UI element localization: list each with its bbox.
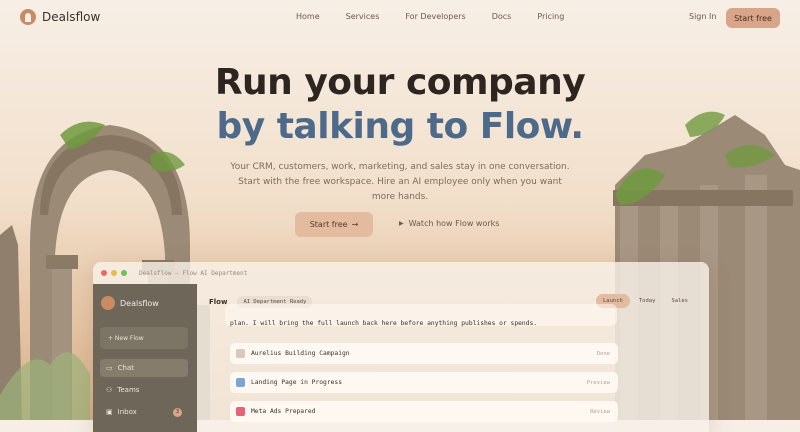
- nav-link-home[interactable]: Home: [296, 12, 320, 21]
- sidebar-item-chat[interactable]: ▭ Chat: [100, 359, 188, 377]
- nav-link-developers[interactable]: For Developers: [405, 12, 465, 21]
- arrow-right-icon: →: [351, 220, 359, 229]
- nav-link-services[interactable]: Services: [346, 12, 380, 21]
- inbox-icon: ▣: [106, 408, 113, 416]
- start-free-button[interactable]: Start free →: [295, 212, 373, 237]
- sidebar-item-label: Inbox: [117, 408, 137, 416]
- top-navbar: Dealsflow Home Services For Developers D…: [0, 0, 800, 36]
- task-status: Done: [596, 350, 610, 357]
- people-icon: ⚇: [106, 386, 113, 394]
- task-row[interactable]: Meta Ads Prepared Review: [230, 401, 618, 422]
- inbox-count-badge: 3: [173, 407, 182, 417]
- task-row[interactable]: Aurelius Building Campaign Done: [230, 343, 618, 364]
- watch-video-label: Watch how Flow works: [408, 219, 500, 228]
- nav-links: Home Services For Developers Docs Pricin…: [296, 12, 590, 21]
- task-title: Landing Page in Progress: [251, 379, 342, 386]
- sidebar-item-inbox[interactable]: ▣ Inbox 3: [100, 403, 188, 421]
- task-status: Preview: [586, 379, 610, 386]
- segment-sales[interactable]: Sales: [664, 294, 695, 308]
- maximize-window-dot[interactable]: [121, 270, 127, 276]
- window-titlebar: Dealsflow – Flow AI Department: [93, 262, 709, 284]
- chat-icon: ▭: [106, 364, 113, 372]
- task-status: Review: [590, 408, 610, 415]
- start-free-nav-button[interactable]: Start free: [726, 8, 780, 28]
- task-icon: [236, 378, 245, 387]
- task-title: Aurelius Building Campaign: [251, 350, 350, 357]
- message-text: plan. I will bring the full launch back …: [230, 320, 538, 327]
- sidebar-brand-name: Dealsflow: [120, 298, 159, 308]
- hero-title-line-1: Run your company: [214, 62, 586, 103]
- new-flow-button[interactable]: + New Flow: [100, 327, 188, 349]
- logo-icon: [20, 9, 36, 25]
- sidebar-item-label: Teams: [117, 386, 140, 394]
- minimize-window-dot[interactable]: [111, 270, 117, 276]
- task-row[interactable]: Landing Page in Progress Preview: [230, 372, 618, 393]
- hero-title-line-2: by talking to Flow.: [216, 106, 584, 147]
- brand-avatar: [101, 296, 115, 310]
- segment-today[interactable]: Today: [632, 294, 663, 308]
- sidebar-brand: Dealsflow: [101, 296, 159, 310]
- window-title: Dealsflow – Flow AI Department: [139, 269, 248, 277]
- sign-in-link[interactable]: Sign In: [689, 12, 716, 21]
- nav-link-pricing[interactable]: Pricing: [537, 12, 564, 21]
- app-preview-window: Dealsflow – Flow AI Department Dealsflow…: [93, 262, 709, 432]
- app-sidebar: Dealsflow + New Flow ▭ Chat ⚇ Teams ▣ In…: [93, 284, 197, 432]
- hero-subtitle: Your CRM, customers, work, marketing, an…: [230, 162, 570, 202]
- chat-main-area: Flow AI Department Ready Launch Today Sa…: [197, 284, 709, 432]
- sidebar-item-teams[interactable]: ⚇ Teams: [100, 381, 188, 399]
- sidebar-item-label: Chat: [117, 364, 134, 372]
- play-icon: ▶: [399, 220, 404, 227]
- task-icon: [236, 349, 245, 358]
- task-title: Meta Ads Prepared: [251, 408, 316, 415]
- task-icon: [236, 407, 245, 416]
- brand-name: Dealsflow: [42, 10, 101, 24]
- nav-link-docs[interactable]: Docs: [492, 12, 512, 21]
- watch-video-link[interactable]: ▶ Watch how Flow works: [399, 219, 499, 228]
- start-free-label: Start free: [309, 220, 348, 229]
- chat-title: Flow: [209, 298, 228, 306]
- close-window-dot[interactable]: [101, 270, 107, 276]
- brand-logo[interactable]: Dealsflow: [20, 9, 100, 25]
